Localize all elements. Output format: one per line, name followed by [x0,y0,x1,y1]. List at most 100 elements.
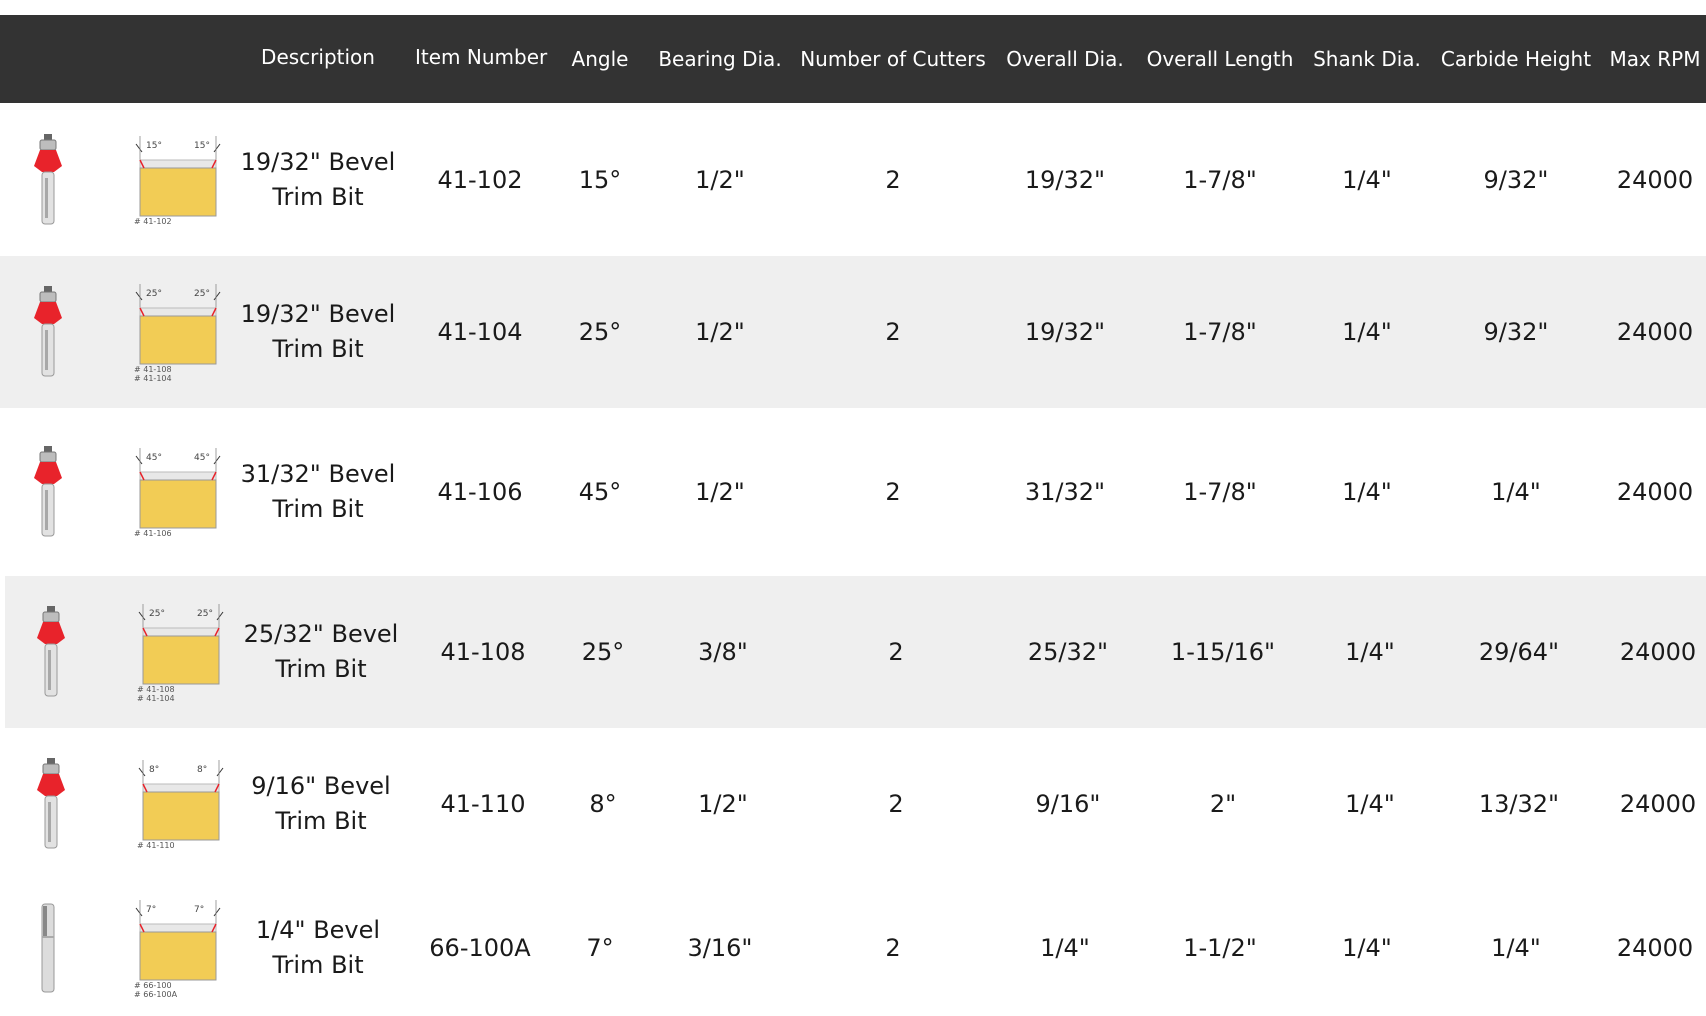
shank-dia-cell: 1/4" [1342,478,1392,506]
overall-length-cell: 1-7/8" [1183,478,1257,506]
straight-bit-icon [3,880,93,1016]
carbide-height-cell: 1/4" [1491,934,1541,962]
angle-cell: 7° [586,934,614,962]
bevel-profile-diagram: 45° 45° # 41-106 [118,408,238,576]
table-row[interactable]: 7° 7° # 66-100 # 66-100A 1/4" Bevel Trim … [0,880,1706,1016]
svg-text:45°: 45° [146,453,162,463]
item-number-cell: 41-106 [437,478,523,506]
overall-length-cell: 1-15/16" [1170,638,1276,666]
svg-text:15°: 15° [146,141,162,151]
overall-length-cell: 1-7/8" [1183,166,1257,194]
description-cell: 25/32" Bevel Trim Bit [243,620,399,683]
svg-text:25°: 25° [194,289,210,299]
header-angle: Angle [571,47,629,71]
item-number-cell: 41-110 [440,790,526,818]
svg-text:8°: 8° [197,765,207,775]
shank-dia-cell: 1/4" [1342,318,1392,346]
cutters-cell: 2 [888,790,904,818]
carbide-height-cell: 29/64" [1478,638,1560,666]
description-cell: 31/32" Bevel Trim Bit [240,460,396,523]
header-overall-length: Overall Length [1146,47,1294,71]
shank-dia-cell: 1/4" [1342,934,1392,962]
bearing-dia-cell: 1/2" [695,478,745,506]
bevel-profile-diagram: 15° 15° # 41-102 [118,104,238,256]
cutters-cell: 2 [885,934,901,962]
bearing-dia-cell: 1/2" [695,166,745,194]
header-item-number: Item Number [415,45,548,69]
max-rpm-cell: 24000 [1619,638,1697,666]
description-cell: 19/32" Bevel Trim Bit [240,148,396,211]
svg-text:15°: 15° [194,141,210,151]
svg-text:7°: 7° [146,905,156,915]
description-cell: 1/4" Bevel Trim Bit [255,916,381,979]
header-overall-dia: Overall Dia. [1006,47,1124,71]
max-rpm-cell: 24000 [1616,318,1694,346]
header-description: Description [261,45,375,69]
svg-text:8°: 8° [149,765,159,775]
header-number-of-cutters: Number of Cutters [800,47,986,71]
description-cell: 19/32" Bevel Trim Bit [240,300,396,363]
carbide-height-cell: 13/32" [1478,790,1560,818]
svg-text:25°: 25° [197,609,213,619]
bearing-dia-cell: 1/2" [698,790,748,818]
svg-text:7°: 7° [194,905,204,915]
diagram-caption: # 41-104 [137,694,175,703]
angle-cell: 15° [578,166,622,194]
overall-dia-cell: 25/32" [1027,638,1109,666]
carbide-height-cell: 9/32" [1483,166,1549,194]
header-carbide-height: Carbide Height [1440,47,1592,71]
bevel-profile-diagram: 7° 7° # 66-100 # 66-100A [118,880,238,1016]
table-row[interactable]: 8° 8° # 41-110 9/16" Bevel Trim Bit 41-11… [0,728,1706,880]
table-row[interactable]: 25° 25° # 41-108 # 41-104 19/32" Bevel Tr… [0,256,1706,408]
diagram-caption: # 41-106 [134,529,172,538]
header-diagram-col [118,15,238,103]
max-rpm-cell: 24000 [1616,934,1694,962]
overall-dia-cell: 19/32" [1024,166,1106,194]
bevel-bit-with-bearing-icon [6,728,96,880]
bearing-dia-cell: 3/16" [687,934,753,962]
shank-dia-cell: 1/4" [1342,166,1392,194]
description-cell: 9/16" Bevel Trim Bit [251,772,391,835]
svg-text:25°: 25° [149,609,165,619]
item-number-cell: 41-102 [437,166,523,194]
table-row[interactable]: 15° 15° # 41-102 19/32" Bevel Trim Bit 41… [0,104,1706,256]
overall-dia-cell: 19/32" [1024,318,1106,346]
header-image-col [3,15,93,103]
cutters-cell: 2 [885,478,901,506]
cutters-cell: 2 [885,166,901,194]
max-rpm-cell: 24000 [1616,166,1694,194]
max-rpm-cell: 24000 [1616,478,1694,506]
overall-length-cell: 1-7/8" [1183,318,1257,346]
table-row[interactable]: 25° 25° # 41-108 # 41-104 25/32" Bevel Tr… [5,576,1706,728]
diagram-caption: # 66-100 [134,981,172,990]
diagram-caption: # 41-108 [134,365,172,374]
cutters-cell: 2 [885,318,901,346]
bevel-bit-with-bearing-icon [3,104,93,256]
max-rpm-cell: 24000 [1619,790,1697,818]
item-number-cell: 41-104 [437,318,523,346]
carbide-height-cell: 9/32" [1483,318,1549,346]
bevel-bit-with-bearing-icon [6,576,96,728]
overall-dia-cell: 31/32" [1024,478,1106,506]
angle-cell: 25° [578,318,622,346]
angle-cell: 45° [578,478,622,506]
overall-dia-cell: 1/4" [1040,934,1090,962]
svg-text:45°: 45° [194,453,210,463]
bevel-profile-diagram: 8° 8° # 41-110 [121,728,241,880]
carbide-height-cell: 1/4" [1491,478,1541,506]
svg-text:25°: 25° [146,289,162,299]
bevel-profile-diagram: 25° 25° # 41-108 # 41-104 [118,256,238,408]
angle-cell: 8° [589,790,617,818]
table-row[interactable]: 45° 45° # 41-106 31/32" Bevel Trim Bit 41… [0,408,1706,576]
diagram-caption: # 66-100A [134,990,178,999]
angle-cell: 25° [581,638,625,666]
overall-dia-cell: 9/16" [1035,790,1101,818]
diagram-caption: # 41-108 [137,685,175,694]
bearing-dia-cell: 3/8" [698,638,748,666]
cutters-cell: 2 [888,638,904,666]
bevel-profile-diagram: 25° 25° # 41-108 # 41-104 [121,576,241,728]
bearing-dia-cell: 1/2" [695,318,745,346]
diagram-caption: # 41-104 [134,374,172,383]
item-number-cell: 66-100A [429,934,531,962]
bevel-bit-with-bearing-icon [3,256,93,408]
